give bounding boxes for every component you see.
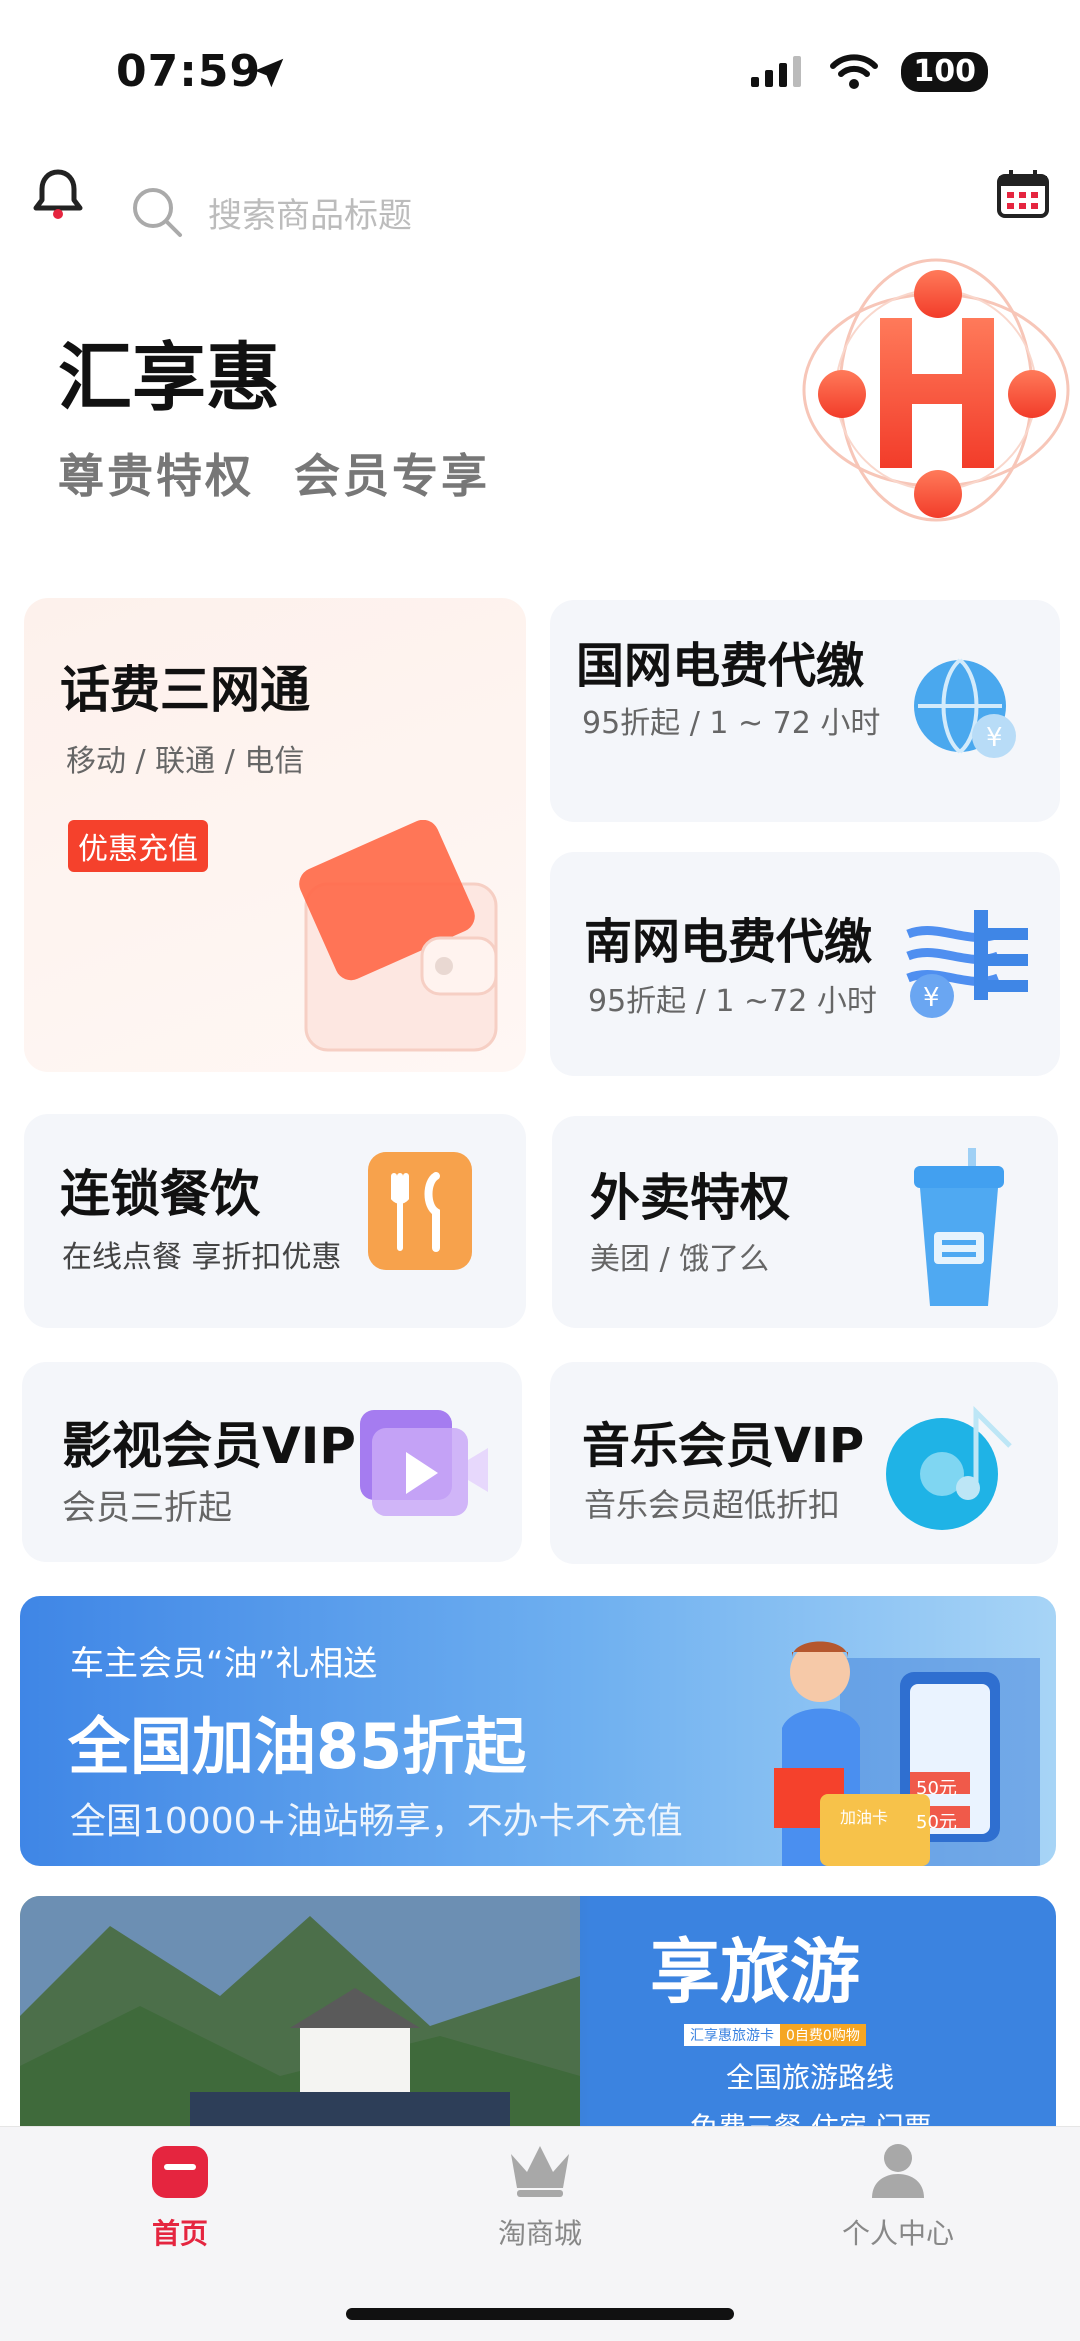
wifi-icon bbox=[830, 54, 879, 89]
card-music-sub: 音乐会员超低折扣 bbox=[584, 1486, 841, 1524]
gas-station-illustration bbox=[774, 1641, 1040, 1866]
calendar-icon[interactable] bbox=[996, 168, 1050, 220]
tab-mall-label: 淘商城 bbox=[497, 2217, 582, 2250]
tab-profile-label: 个人中心 bbox=[841, 2217, 954, 2250]
fuel-ticket-1: 50元 bbox=[916, 1778, 957, 1799]
music-disc-icon bbox=[886, 1406, 1012, 1530]
cup-icon bbox=[914, 1148, 1004, 1306]
store-icon bbox=[152, 2146, 208, 2198]
card-video-title: 影视会员VIP bbox=[62, 1417, 356, 1475]
card-dining-sub: 在线点餐 享折扣优惠 bbox=[62, 1240, 342, 1275]
globe-icon: ¥ bbox=[914, 658, 1016, 758]
brand-title: 汇享惠 bbox=[58, 335, 280, 421]
card-phone-sub: 移动 / 联通 / 电信 bbox=[66, 744, 305, 779]
card-music-title: 音乐会员VIP bbox=[582, 1418, 865, 1474]
tab-profile[interactable]: 个人中心 bbox=[798, 2140, 998, 2252]
card-phone-title: 话费三网通 bbox=[60, 661, 310, 719]
wallet-icon bbox=[299, 820, 498, 1052]
bell-icon[interactable] bbox=[32, 166, 84, 222]
svg-text:¥: ¥ bbox=[986, 723, 1003, 753]
brand-logo bbox=[802, 258, 1070, 522]
card-south-grid[interactable]: 南网电费代缴 95折起 / 1 ~72 小时 ¥ bbox=[550, 852, 1060, 1076]
card-phone-badge: 优惠充值 bbox=[68, 820, 208, 872]
location-arrow-icon bbox=[254, 58, 284, 88]
brand-subtitle: 尊贵特权 会员专享 bbox=[58, 440, 490, 506]
card-phone-recharge[interactable]: 话费三网通 移动 / 联通 / 电信 优惠充值 bbox=[24, 598, 526, 1072]
card-video-vip[interactable]: 影视会员VIP 会员三折起 bbox=[22, 1362, 522, 1562]
travel-line2: 免费三餐 住宿 门票 bbox=[690, 2106, 932, 2126]
fuel-headline: 全国加油85折起 bbox=[68, 1710, 527, 1783]
fuel-desc: 全国10000+油站畅享，不办卡不充值 bbox=[70, 1801, 683, 1842]
card-takeout[interactable]: 外卖特权 美团 / 饿了么 bbox=[552, 1116, 1058, 1328]
brand-subtitle-right: 会员专享 bbox=[294, 449, 490, 503]
video-play-icon bbox=[360, 1410, 488, 1516]
banner-fuel[interactable]: 车主会员“油”礼相送 全国加油85折起 全国10000+油站畅享，不办卡不充值 … bbox=[20, 1596, 1056, 1866]
search-placeholder: 搜索商品标题 bbox=[208, 195, 412, 236]
status-time: 07:59 bbox=[116, 46, 262, 97]
svg-text:¥: ¥ bbox=[923, 983, 940, 1013]
card-takeout-title: 外卖特权 bbox=[590, 1169, 790, 1227]
card-takeout-sub: 美团 / 饿了么 bbox=[590, 1242, 770, 1277]
search-input[interactable]: 搜索商品标题 bbox=[130, 180, 910, 244]
power-line-icon: ¥ bbox=[906, 910, 1028, 1018]
home-indicator bbox=[346, 2308, 734, 2320]
tab-home[interactable]: 首页 bbox=[80, 2140, 280, 2252]
cellular-signal-icon bbox=[751, 56, 802, 87]
travel-line1: 全国旅游路线 bbox=[726, 2061, 895, 2094]
mountain-village-illustration bbox=[20, 1896, 580, 2126]
travel-tags: 汇享惠旅游卡 0自费0购物 bbox=[684, 2024, 866, 2046]
fork-knife-icon bbox=[368, 1152, 472, 1270]
crown-icon bbox=[511, 2146, 569, 2197]
brand-subtitle-left: 尊贵特权 bbox=[58, 449, 254, 503]
card-south-grid-sub: 95折起 / 1 ~72 小时 bbox=[588, 984, 877, 1019]
card-music-vip[interactable]: 音乐会员VIP 音乐会员超低折扣 bbox=[550, 1362, 1058, 1564]
battery-indicator: 100 bbox=[901, 52, 988, 92]
tab-home-label: 首页 bbox=[151, 2217, 208, 2250]
card-video-sub: 会员三折起 bbox=[62, 1488, 232, 1528]
fuel-card-label: 加油卡 bbox=[840, 1808, 889, 1827]
card-state-grid[interactable]: 国网电费代缴 95折起 / 1 ~ 72 小时 ¥ bbox=[550, 600, 1060, 822]
card-state-grid-title: 国网电费代缴 bbox=[576, 638, 865, 694]
fuel-ticket-2: 50元 bbox=[916, 1812, 957, 1833]
card-south-grid-title: 南网电费代缴 bbox=[584, 914, 873, 970]
banner-travel[interactable]: 享旅游 汇享惠旅游卡 0自费0购物 全国旅游路线 免费三餐 住宿 门票 bbox=[20, 1896, 1056, 2126]
card-dining-title: 连锁餐饮 bbox=[60, 1165, 260, 1223]
tab-mall[interactable]: 淘商城 bbox=[440, 2140, 640, 2252]
travel-tag-left: 汇享惠旅游卡 bbox=[684, 2024, 780, 2046]
fuel-kicker: 车主会员“油”礼相送 bbox=[70, 1644, 378, 1684]
travel-tag-right: 0自费0购物 bbox=[780, 2024, 866, 2046]
person-icon bbox=[872, 2144, 924, 2198]
search-icon bbox=[133, 188, 182, 237]
travel-headline: 享旅游 bbox=[650, 1930, 860, 2013]
status-icons: 100 bbox=[749, 52, 988, 92]
card-chain-dining[interactable]: 连锁餐饮 在线点餐 享折扣优惠 bbox=[24, 1114, 526, 1328]
card-state-grid-sub: 95折起 / 1 ~ 72 小时 bbox=[582, 706, 881, 741]
